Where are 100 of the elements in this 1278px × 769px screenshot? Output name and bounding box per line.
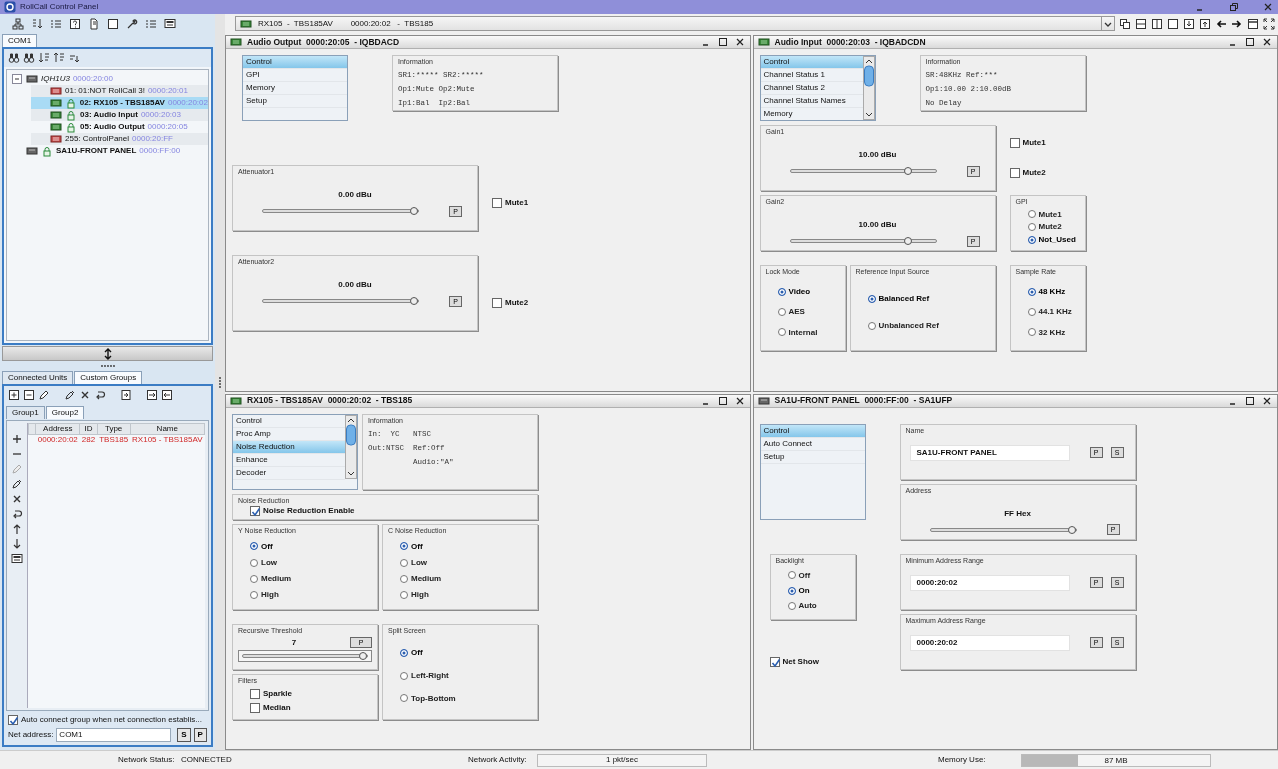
checkbox[interactable]: Auto connect group when net connection establis... [4, 711, 211, 727]
menu-item[interactable]: Channel Status Names [760, 95, 863, 108]
menu-item[interactable]: Setup [760, 450, 865, 464]
menu-item[interactable]: Control [760, 56, 863, 69]
down-arrow-icon[interactable] [11, 538, 23, 550]
letter-button[interactable]: S [177, 728, 191, 742]
slider-track[interactable] [789, 169, 937, 174]
column-header[interactable]: ID [79, 423, 98, 435]
window-icon[interactable] [1247, 17, 1259, 30]
radio-button[interactable]: High [250, 590, 372, 600]
radio-button[interactable]: On [787, 585, 850, 596]
radio-button[interactable]: 44.1 KHz [1027, 307, 1080, 317]
slider-track[interactable] [929, 528, 1077, 532]
menu-item[interactable]: Setup [243, 95, 347, 108]
device-dropdown[interactable]: RX105 - TBS185AV 0000:20:02 - TBS185 [235, 16, 1115, 31]
tree-row[interactable]: IQH1U3 0000:20:00 [7, 73, 208, 85]
scrollbar[interactable] [345, 414, 357, 479]
wrench-icon[interactable] [126, 17, 138, 30]
fullscreen-icon[interactable] [1263, 17, 1275, 30]
tile-vertical-icon[interactable] [1151, 17, 1163, 30]
sort-icon[interactable] [68, 52, 80, 64]
radio-button[interactable]: Not_Used [1027, 235, 1080, 245]
menu-item[interactable]: Control [760, 424, 865, 438]
undo-icon[interactable] [11, 508, 23, 520]
left-arrow-icon[interactable] [1215, 17, 1227, 30]
tile-horizontal-icon[interactable] [1135, 17, 1147, 30]
window-icon[interactable] [107, 17, 119, 30]
slider-thumb[interactable] [904, 237, 913, 246]
binoculars-icon[interactable] [8, 52, 20, 64]
radio-button[interactable]: Balanced Ref [867, 293, 990, 304]
sort-down-icon[interactable] [38, 52, 50, 64]
tab[interactable]: Group2 [45, 406, 85, 419]
scrollbar[interactable] [862, 56, 875, 120]
tree-row[interactable]: 05: Audio Output 0000:20:05 [31, 121, 208, 133]
slider-track[interactable] [242, 653, 368, 658]
tree-row[interactable]: 02: RX105 - TBS185AV 0000:20:02 [31, 97, 208, 109]
slider-thumb[interactable] [359, 651, 367, 660]
export-icon[interactable] [146, 388, 158, 401]
radio-button[interactable]: Low [400, 557, 532, 568]
checkbox[interactable]: Mute2 [1009, 168, 1046, 178]
input-field[interactable]: SA1U-FRONT PANEL [909, 444, 1070, 461]
undo-icon[interactable] [94, 388, 106, 401]
collapse-icon[interactable] [11, 73, 23, 85]
cascade-icon[interactable] [1119, 17, 1131, 30]
radio-button[interactable]: Off [787, 570, 850, 581]
radio-button[interactable]: Medium [250, 574, 372, 584]
document-icon[interactable] [88, 17, 100, 30]
window-icon[interactable] [1167, 17, 1179, 30]
remove-icon[interactable] [23, 388, 35, 401]
radio-button[interactable]: AES [777, 307, 840, 317]
menu-item[interactable]: Channel Status 1 [760, 69, 863, 82]
slider-thumb[interactable] [410, 207, 418, 216]
list-icon[interactable] [50, 17, 62, 30]
radio-button[interactable]: Off [400, 541, 532, 552]
checkbox[interactable]: Sparkle [250, 688, 372, 699]
network-icon[interactable] [12, 17, 24, 30]
monitor-icon[interactable] [11, 553, 23, 565]
grip-icon[interactable] [99, 363, 116, 368]
import-icon[interactable] [120, 388, 132, 401]
radio-button[interactable]: Low [250, 557, 372, 568]
radio-button[interactable]: Mute2 [1027, 222, 1080, 232]
radio-button[interactable]: Mute1 [1027, 209, 1080, 220]
checkbox[interactable]: Median [250, 702, 372, 713]
edit-icon[interactable] [64, 388, 76, 401]
menu-item[interactable]: Memory [760, 108, 863, 120]
tree-row[interactable]: SA1U-FRONT PANEL 0000:FF:00 [7, 145, 208, 157]
input-field[interactable]: COM1 [56, 728, 172, 742]
restore-icon[interactable] [1228, 1, 1240, 13]
tab[interactable]: Custom Groups [74, 371, 143, 384]
maximize-icon[interactable] [716, 394, 729, 407]
menu-item[interactable]: Auto Connect [760, 437, 865, 451]
maximize-icon[interactable] [1244, 36, 1256, 48]
radio-button[interactable]: 32 KHz [1027, 327, 1080, 338]
slider-track[interactable] [262, 209, 419, 214]
sort-icon[interactable] [31, 17, 43, 30]
radio-button[interactable]: Auto [787, 601, 850, 611]
checkbox[interactable]: Mute1 [1009, 138, 1046, 148]
radio-button[interactable]: Unbalanced Ref [867, 320, 990, 331]
radio-button[interactable]: Off [400, 648, 532, 658]
list-icon[interactable] [145, 17, 157, 30]
radio-button[interactable]: 48 KHz [1027, 287, 1080, 297]
radio-button[interactable]: Internal [777, 327, 840, 338]
column-header[interactable]: Type [97, 423, 131, 435]
radio-button[interactable]: Left-Right [400, 670, 532, 681]
upload-icon[interactable] [1199, 17, 1211, 30]
slider-track[interactable] [262, 299, 419, 304]
slider-thumb[interactable] [904, 167, 913, 176]
tab[interactable]: Group1 [6, 406, 45, 419]
tree-row[interactable]: 03: Audio Input 0000:20:03 [31, 109, 208, 121]
maximize-icon[interactable] [716, 36, 729, 48]
import-icon[interactable] [161, 388, 173, 401]
menu-item[interactable]: Channel Status 2 [760, 82, 863, 95]
slider-track[interactable] [789, 239, 937, 244]
tree-row[interactable]: 255: ControlPanel 0000:20:FF [31, 133, 208, 145]
tab[interactable]: COM1 [2, 34, 38, 47]
add-icon[interactable] [11, 433, 23, 445]
grip-icon[interactable] [218, 375, 222, 389]
slider-thumb[interactable] [410, 297, 418, 306]
radio-button[interactable]: Video [777, 287, 840, 297]
add-icon[interactable] [8, 388, 20, 401]
